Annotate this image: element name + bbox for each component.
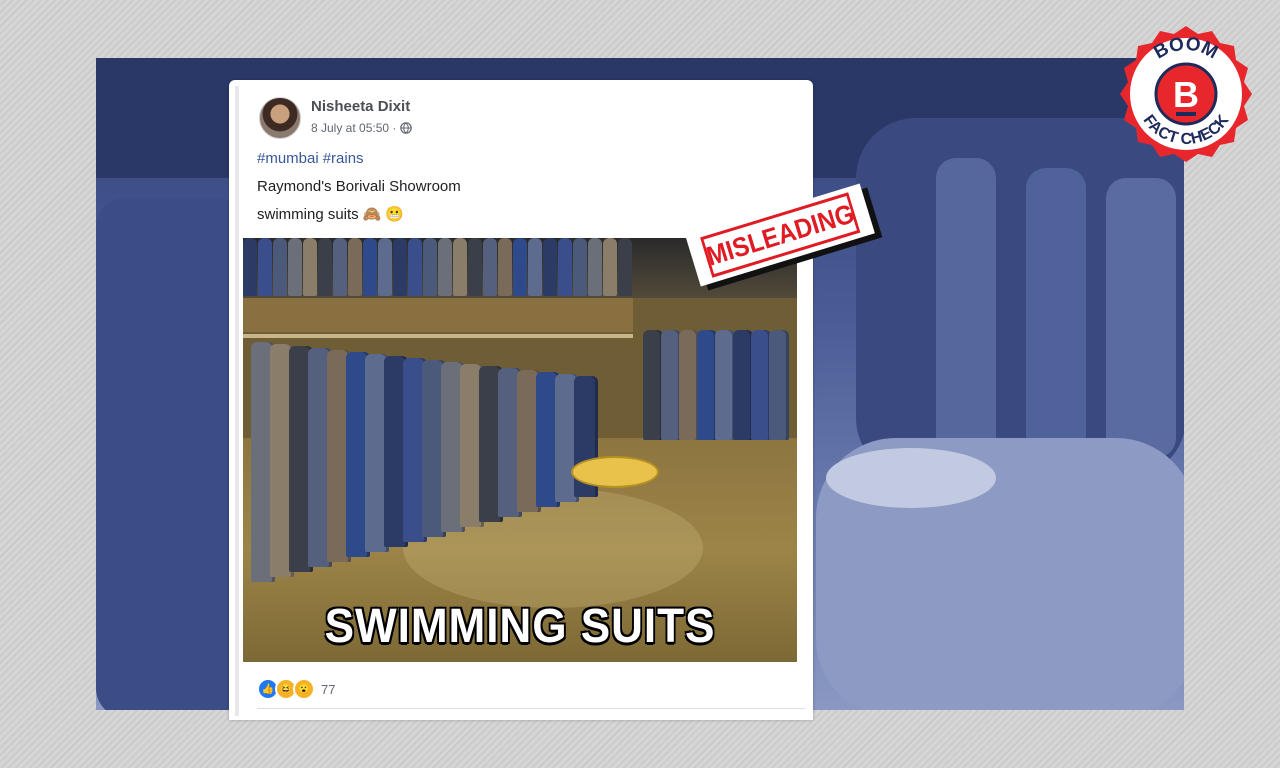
reaction-count: 77 bbox=[321, 681, 336, 697]
grimacing-face-icon: 😬 bbox=[385, 206, 405, 223]
hashtag-link[interactable]: #rains bbox=[323, 150, 364, 167]
see-no-evil-monkey-icon: 🙈 bbox=[362, 206, 382, 223]
floating-stool bbox=[571, 456, 659, 488]
post-hashtags: #mumbai #rains bbox=[257, 150, 368, 167]
facebook-post-card: Nisheeta Dixit 8 July at 05:50 · #mumbai… bbox=[229, 80, 813, 720]
post-image[interactable]: SWIMMING SUITS bbox=[243, 238, 797, 662]
divider bbox=[257, 708, 805, 709]
hashtag-link[interactable]: #mumbai bbox=[257, 150, 319, 167]
svg-text:B: B bbox=[1173, 74, 1199, 115]
post-text-line: Raymond's Borivali Showroom bbox=[257, 178, 461, 195]
post-meta: 8 July at 05:50 · bbox=[311, 121, 413, 135]
post-text-line: swimming suits 🙈 😬 bbox=[257, 206, 405, 223]
reaction-summary[interactable]: 👍 😆 😮 77 bbox=[257, 678, 335, 700]
boom-fact-check-logo: B BOOM FACT CHECK bbox=[1120, 26, 1252, 162]
image-caption-overlay: SWIMMING SUITS bbox=[324, 600, 716, 653]
author-name[interactable]: Nisheeta Dixit bbox=[311, 98, 410, 115]
globe-icon bbox=[400, 122, 413, 134]
wow-icon: 😮 bbox=[293, 678, 315, 700]
author-avatar[interactable] bbox=[259, 97, 301, 139]
post-timestamp[interactable]: 8 July at 05:50 · bbox=[311, 121, 396, 135]
